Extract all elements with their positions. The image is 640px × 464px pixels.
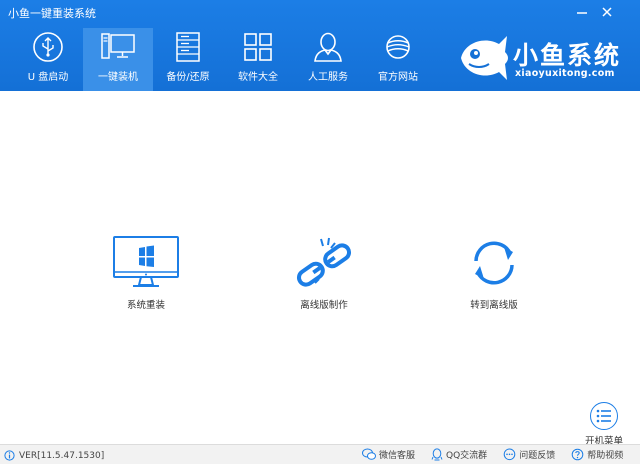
chat-icon [503, 448, 516, 461]
feature-label: 转到离线版 [470, 300, 518, 311]
header-bar: 小鱼一键重装系统 U 盘启动 一键装机 备份/还原 软件大全 人工服务 官方网站… [0, 0, 640, 91]
windows-monitor-icon [113, 236, 179, 287]
status-links: 微信客服 QQ交流群 问题反馈 帮助视频 [362, 448, 639, 461]
close-button[interactable] [597, 2, 617, 22]
app-title: 小鱼一键重装系统 [8, 7, 96, 20]
feature-label: 系统重装 [126, 300, 165, 311]
qq-icon [431, 448, 443, 461]
nav-backup-restore[interactable]: 备份/还原 [153, 28, 223, 91]
close-icon [602, 7, 612, 17]
brand-name: 小鱼系统 [513, 41, 622, 70]
nav-label: 软件大全 [238, 72, 278, 83]
nav-official-site[interactable]: 官方网站 [363, 28, 433, 91]
title-bar: 小鱼一键重装系统 [0, 0, 640, 24]
nav-software[interactable]: 软件大全 [223, 28, 293, 91]
system-reinstall-button[interactable]: 系统重装 [86, 235, 206, 315]
link-label: 微信客服 [379, 451, 416, 461]
fish-logo-icon [461, 36, 508, 80]
broken-link-icon [296, 237, 352, 287]
feature-label: 离线版制作 [300, 300, 348, 311]
monitor-icon [101, 33, 135, 59]
list-icon [596, 409, 611, 423]
brand-logo: 小鱼系统 xiaoyuxitong.com [455, 30, 635, 88]
nav-label: U 盘启动 [27, 72, 69, 83]
version-text: VER[11.5.47.1530] [19, 450, 105, 461]
boot-menu-button[interactable]: 开机菜单 [578, 402, 630, 448]
main-panel: 系统重装 离线版制作 转到离线版 开机菜单 [0, 91, 640, 447]
link-label: 问题反馈 [519, 451, 556, 461]
status-bar: VER[11.5.47.1530] 微信客服 QQ交流群 问题反馈 帮助视频 [0, 444, 640, 464]
minimize-button[interactable] [572, 2, 592, 22]
wechat-icon [362, 448, 376, 460]
link-label: 帮助视频 [587, 451, 624, 461]
help-icon [571, 448, 584, 461]
nav-label: 一键装机 [98, 72, 138, 83]
link-label: QQ交流群 [446, 451, 488, 461]
help-video-link[interactable]: 帮助视频 [571, 448, 623, 461]
brand-url: xiaoyuxitong.com [515, 68, 615, 79]
feedback-link[interactable]: 问题反馈 [503, 448, 555, 461]
nav-manual-service[interactable]: 人工服务 [293, 28, 363, 91]
usb-icon [33, 32, 63, 62]
info-icon [4, 450, 15, 461]
nav-label: 备份/还原 [166, 72, 210, 83]
offline-build-button[interactable]: 离线版制作 [264, 235, 384, 315]
planet-icon [386, 35, 410, 59]
version-info: VER[11.5.47.1530] [4, 450, 104, 461]
wechat-support-link[interactable]: 微信客服 [362, 448, 415, 461]
qq-group-link[interactable]: QQ交流群 [431, 448, 487, 461]
nav-usb-boot[interactable]: U 盘启动 [13, 28, 83, 91]
server-icon [176, 32, 200, 62]
grid-icon [244, 33, 272, 61]
nav-label: 官方网站 [378, 72, 418, 83]
nav-one-click-install[interactable]: 一键装机 [83, 28, 153, 91]
nav-label: 人工服务 [308, 72, 348, 83]
sync-icon [474, 241, 514, 285]
user-icon [314, 32, 342, 62]
minimize-icon [577, 12, 587, 14]
switch-offline-button[interactable]: 转到离线版 [434, 235, 554, 315]
main-nav: U 盘启动 一键装机 备份/还原 软件大全 人工服务 官方网站 [13, 28, 433, 91]
